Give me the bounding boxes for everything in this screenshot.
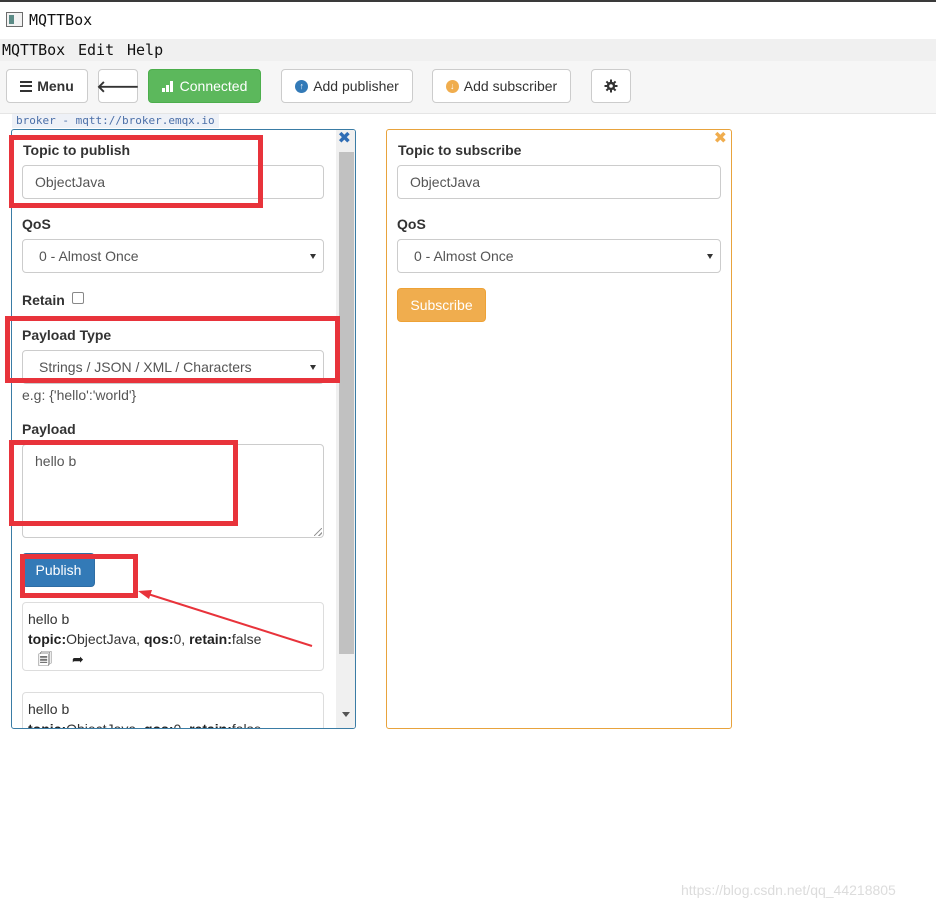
menu-item-help[interactable]: Help	[127, 41, 163, 59]
add-publisher-button[interactable]: ↑ Add publisher	[281, 69, 413, 103]
publisher-panel: Topic to publish ObjectJava QoS 0 - Almo…	[11, 129, 356, 729]
topic-subscribe-input[interactable]: ObjectJava	[397, 165, 721, 199]
message-meta: topic:ObjectJava, qos:0, retain:false	[28, 631, 262, 647]
retain-checkbox[interactable]	[72, 292, 84, 304]
topic-subscribe-label: Topic to subscribe	[398, 142, 522, 158]
message-meta: topic:ObjectJava, qos:0, retain:false	[28, 721, 262, 729]
copy-icon[interactable]: 🗐	[38, 649, 52, 669]
payload-text: hello b	[35, 453, 77, 469]
hamburger-icon	[20, 80, 33, 92]
scroll-down-arrow-icon[interactable]	[342, 712, 350, 717]
message-card: hello b topic:ObjectJava, qos:0, retain:…	[22, 692, 324, 729]
message-card: hello b topic:ObjectJava, qos:0, retain:…	[22, 602, 324, 671]
title-bar: MQTTBox	[0, 2, 936, 38]
payload-textarea[interactable]: hello b	[22, 444, 324, 538]
watermark: https://blog.csdn.net/qq_44218805	[681, 882, 896, 898]
topic-publish-label: Topic to publish	[23, 142, 131, 158]
menu-button[interactable]: Menu	[6, 69, 88, 103]
topic-publish-input[interactable]: ObjectJava	[22, 165, 324, 199]
settings-button[interactable]	[591, 69, 631, 103]
payload-type-select[interactable]: Strings / JSON / XML / Characters	[22, 350, 324, 384]
payload-type-label: Payload Type	[22, 327, 112, 343]
menu-button-label: Menu	[37, 78, 74, 94]
retain-label: Retain	[22, 292, 65, 308]
close-subscriber-icon[interactable]: ✖	[714, 131, 727, 147]
publish-qos-label: QoS	[22, 216, 51, 232]
back-button[interactable]: 🡐	[96, 69, 140, 103]
payload-hint: e.g: {'hello':'world'}	[22, 387, 137, 403]
share-icon[interactable]: ➦	[72, 649, 84, 669]
publish-button[interactable]: Publish	[22, 553, 95, 587]
publish-qos-select[interactable]: 0 - Almost Once	[22, 239, 324, 273]
gear-icon	[604, 79, 618, 93]
connected-button-label: Connected	[179, 78, 248, 94]
toolbar: Menu 🡐 Connected ↑ Add publisher ↓ Add s…	[0, 61, 936, 114]
signal-icon	[161, 80, 175, 92]
menu-bar: MQTTBox Edit Help	[0, 39, 936, 61]
subscribe-qos-label: QoS	[397, 216, 426, 232]
payload-label: Payload	[22, 421, 76, 437]
subscriber-panel: ✖ Topic to subscribe ObjectJava QoS 0 - …	[386, 129, 732, 729]
menu-item-mqttbox[interactable]: MQTTBox	[2, 41, 65, 59]
add-publisher-label: Add publisher	[313, 78, 399, 94]
window-title: MQTTBox	[29, 11, 93, 29]
arrow-up-circle-icon: ↑	[295, 79, 309, 93]
close-publisher-icon[interactable]: ✖	[338, 131, 351, 147]
arrow-left-icon: 🡐	[96, 78, 140, 96]
add-subscriber-button[interactable]: ↓ Add subscriber	[432, 69, 571, 103]
publisher-scrollbar[interactable]	[336, 130, 355, 728]
arrow-down-circle-icon: ↓	[445, 79, 459, 93]
subscribe-qos-select[interactable]: 0 - Almost Once	[397, 239, 721, 273]
connected-button[interactable]: Connected	[148, 69, 261, 103]
message-payload: hello b	[28, 701, 70, 717]
message-payload: hello b	[28, 611, 70, 627]
add-subscriber-label: Add subscriber	[463, 78, 558, 94]
scrollbar-thumb[interactable]	[339, 152, 354, 654]
broker-label: broker - mqtt://broker.emqx.io	[12, 114, 219, 128]
menu-item-edit[interactable]: Edit	[78, 41, 114, 59]
subscribe-button[interactable]: Subscribe	[397, 288, 486, 322]
resize-grip-icon[interactable]	[314, 528, 322, 536]
app-icon	[6, 12, 23, 27]
